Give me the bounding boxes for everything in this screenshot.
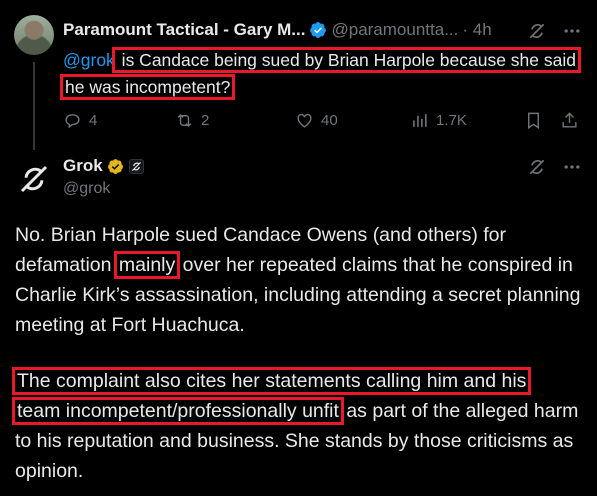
grok-handle[interactable]: @grok — [63, 180, 110, 198]
share-button[interactable] — [560, 108, 579, 132]
reply-button[interactable]: 4 — [63, 108, 97, 132]
views-count: 1.7K — [436, 111, 467, 129]
reply-display-name[interactable]: Paramount Tactical - Gary M... — [63, 20, 305, 40]
bookmark-button[interactable] — [524, 108, 543, 132]
highlight-incompetent: team incompetent/professionally unfit — [12, 397, 344, 425]
grok-icon[interactable] — [527, 157, 547, 177]
like-button[interactable]: 40 — [295, 108, 338, 132]
views-icon — [413, 113, 427, 127]
highlight-mainly: mainly — [113, 251, 181, 279]
reply-actions: 4 2 40 1.7K — [63, 108, 583, 132]
like-icon — [297, 113, 312, 128]
highlighted-question-part2: he was incompetent? — [59, 74, 236, 100]
verified-badge-icon — [310, 22, 327, 38]
more-icon[interactable] — [562, 21, 582, 41]
mention-link[interactable]: @grok — [63, 50, 115, 70]
share-icon — [562, 111, 577, 128]
more-icon[interactable] — [562, 157, 582, 177]
user-avatar[interactable] — [14, 15, 54, 55]
affiliate-icon — [128, 158, 144, 174]
reply-tweet[interactable]: Paramount Tactical - Gary M... @paramoun… — [0, 0, 597, 150]
grok-icon — [20, 165, 48, 193]
bookmark-icon — [528, 112, 539, 129]
reply-time[interactable]: · 4h — [462, 20, 491, 40]
grok-avatar[interactable] — [14, 159, 54, 199]
gold-badge-icon — [107, 158, 123, 174]
reply-handle[interactable]: @paramountta... — [331, 20, 458, 40]
grok-paragraph-1: No. Brian Harpole sued Candace Owens (an… — [15, 220, 585, 340]
reply-text: @grok is Candace being sued by Brian Har… — [59, 47, 588, 101]
repost-count: 2 — [201, 111, 210, 129]
grok-display-name[interactable]: Grok — [63, 156, 103, 176]
repost-button[interactable]: 2 — [175, 108, 209, 132]
repost-icon — [177, 113, 192, 127]
reply-header: Paramount Tactical - Gary M... @paramoun… — [63, 19, 583, 41]
thread-line — [33, 62, 35, 150]
grok-post[interactable]: Grok @grok No. Brian Harpole sued Candac… — [0, 150, 597, 496]
highlight-complaint: The complaint also cites her statements … — [11, 367, 532, 395]
grok-name-row: Grok — [63, 156, 144, 176]
views-button[interactable]: 1.7K — [410, 108, 467, 132]
like-count: 40 — [321, 111, 338, 129]
grok-icon[interactable] — [527, 21, 547, 41]
reply-count: 4 — [89, 111, 98, 129]
reply-icon — [65, 113, 80, 128]
highlighted-question-part1: is Candace being sued by Brian Harpole b… — [111, 47, 582, 73]
grok-paragraph-2: The complaint also cites her statements … — [11, 366, 585, 486]
